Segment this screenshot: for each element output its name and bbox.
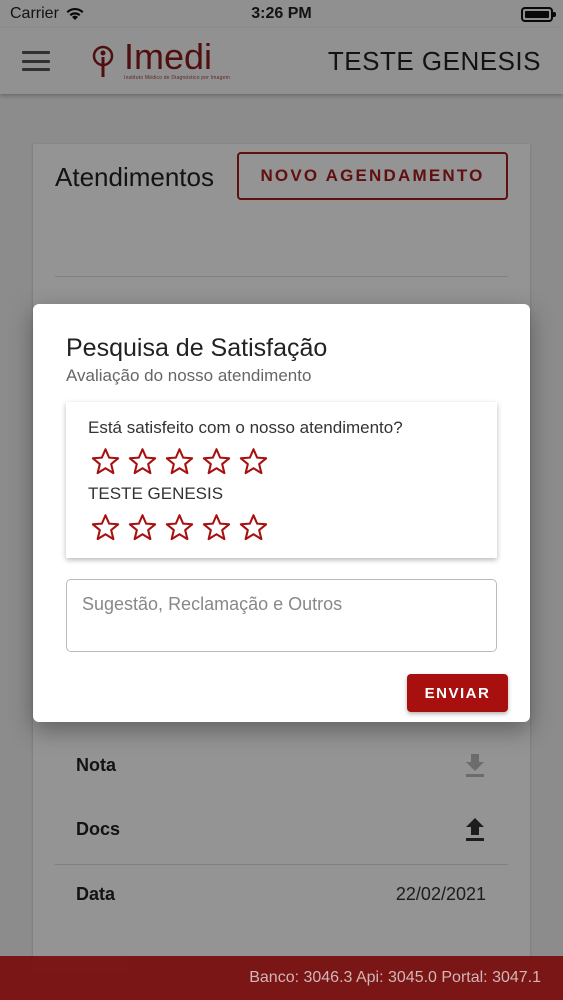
version-text: Banco: 3046.3 Api: 3045.0 Portal: 3047.1 bbox=[249, 969, 541, 986]
star-rating bbox=[90, 512, 269, 543]
star-icon[interactable] bbox=[127, 446, 158, 477]
star-icon[interactable] bbox=[238, 512, 269, 543]
star-icon[interactable] bbox=[164, 512, 195, 543]
star-rating bbox=[90, 446, 269, 477]
star-icon[interactable] bbox=[90, 512, 121, 543]
comment-textarea[interactable] bbox=[66, 579, 497, 652]
version-footer: Banco: 3046.3 Api: 3045.0 Portal: 3047.1 bbox=[0, 956, 563, 1000]
star-icon[interactable] bbox=[127, 512, 158, 543]
send-button[interactable]: ENVIAR bbox=[407, 674, 508, 712]
dialog-subtitle: Avaliação do nosso atendimento bbox=[66, 366, 312, 385]
star-icon[interactable] bbox=[90, 446, 121, 477]
question-label: TESTE GENESIS bbox=[88, 484, 224, 503]
satisfaction-survey-dialog: Pesquisa de Satisfação Avaliação do noss… bbox=[33, 304, 530, 722]
rating-card: Está satisfeito com o nosso atendimento?… bbox=[66, 402, 497, 558]
star-icon[interactable] bbox=[201, 512, 232, 543]
star-icon[interactable] bbox=[238, 446, 269, 477]
star-icon[interactable] bbox=[164, 446, 195, 477]
question-label: Está satisfeito com o nosso atendimento? bbox=[88, 418, 403, 437]
star-icon[interactable] bbox=[201, 446, 232, 477]
dialog-title: Pesquisa de Satisfação bbox=[66, 334, 328, 362]
